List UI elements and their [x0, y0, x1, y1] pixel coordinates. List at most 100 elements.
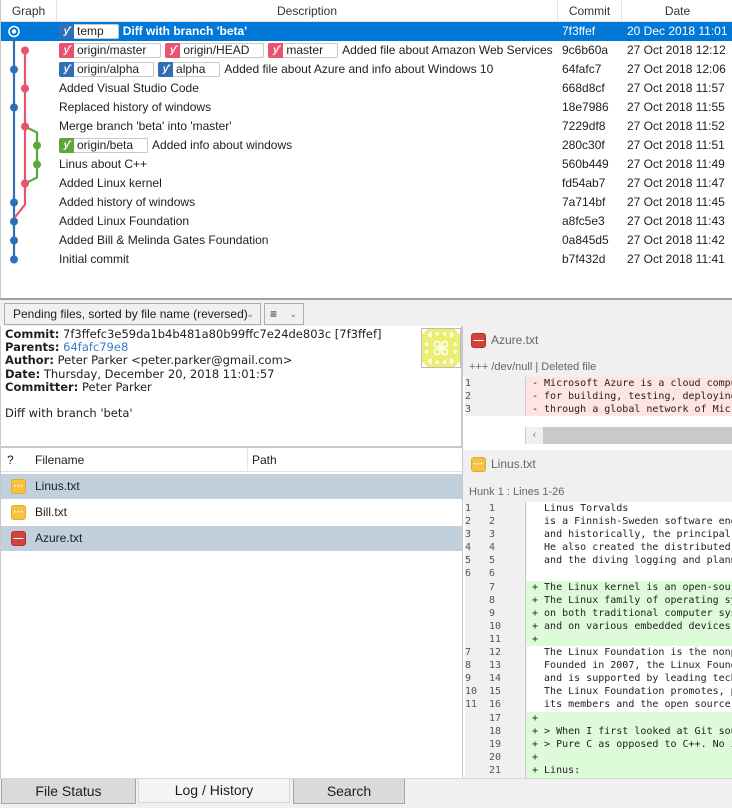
commit-row[interactable]: Merge branch 'beta' into 'master' 7229df8… [1, 117, 732, 136]
diff-line-text: - for building, testing, deploying [525, 390, 732, 404]
commit-row[interactable]: Added history of windows 7a714bf 27 Oct 20… [1, 193, 732, 212]
diff-line-text: is a Finnish-Sweden software engineer [525, 515, 732, 529]
commit-date: 20 Dec 2018 11:01 [627, 24, 728, 38]
branch-icon: ƴ [158, 61, 174, 77]
modified-file-icon: ··· [471, 457, 486, 472]
committer-line: Committer: Peter Parker [5, 379, 457, 394]
bottom-tabs: File Status Log / History Search [0, 778, 732, 808]
committer-label: Committer: [5, 379, 79, 394]
graph-node[interactable] [10, 103, 18, 112]
commit-date: 27 Oct 2018 11:52 [627, 119, 725, 133]
diff-line: 2 - for building, testing, deploying [463, 390, 732, 404]
file-row[interactable]: ··· Bill.txt [1, 500, 463, 525]
graph-node[interactable] [10, 255, 18, 264]
diff-code-linus: 11 Linus Torvalds 2 2 is a Finnish-Sweden … [463, 502, 732, 778]
commit-description: Added Bill & Melinda Gates Foundation [59, 231, 268, 250]
diff-header-azure[interactable]: — Azure.txt [463, 326, 732, 354]
modified-file-icon: ··· [11, 505, 26, 520]
tab-search[interactable]: Search [293, 779, 405, 804]
diff-line: 7 12 The Linux Foundation is the nonprofi… [463, 646, 732, 660]
old-line-number: 1 [465, 378, 472, 389]
column-header-path[interactable]: Path [247, 448, 277, 472]
commit-message: Initial commit [59, 252, 130, 266]
commit-details: Commit: 7f3ffefc3e59da1b4b481a80b99ffc7e… [0, 326, 462, 446]
scroll-left-icon[interactable]: ‹ [526, 427, 543, 444]
diff-header-linus[interactable]: ··· Linus.txt [463, 450, 732, 478]
file-sort-dropdown[interactable]: Pending files, sorted by file name (reve… [4, 303, 261, 325]
diff-line: 10 15 The Linux Foundation promotes, prot… [463, 685, 732, 699]
diff-line: 9 14 and is supported by leading technolo… [463, 672, 732, 686]
tab-file-status[interactable]: File Status [1, 779, 136, 804]
commit-sha: b7f432d [562, 252, 606, 266]
commit-row[interactable]: Linus about C++ 560b449 27 Oct 2018 11:49 [1, 155, 732, 174]
view-mode-dropdown[interactable]: ≡ ⌄ [264, 303, 304, 325]
old-line-number: 7 [465, 647, 472, 659]
commit-sha: 668d8cf [562, 81, 605, 95]
commit-row[interactable]: ƴ origin/master ƴ origin/HEAD ƴ master Added f… [1, 41, 732, 60]
commit-row[interactable]: Added Linux Foundation a8fc5e3 27 Oct 2018… [1, 212, 732, 231]
commit-description: Replaced history of windows [59, 98, 211, 117]
commit-row[interactable]: Replaced history of windows 18e7986 27 Oct… [1, 98, 732, 117]
horizontal-scrollbar[interactable]: ‹ [525, 427, 732, 444]
author-value: Peter Parker <peter.parker@gmail.com> [57, 353, 293, 368]
column-header-date[interactable]: Date [622, 0, 732, 22]
commit-row[interactable]: Added Bill & Melinda Gates Foundation 0a8… [1, 231, 732, 250]
chevron-down-icon: ⌄ [246, 309, 254, 319]
commit-description: Merge branch 'beta' into 'master' [59, 117, 232, 136]
old-line-number: 11 [465, 699, 478, 711]
parent-link[interactable]: 64fafc79e8 [63, 340, 128, 354]
branch-label[interactable]: ƴ origin/beta [59, 137, 149, 153]
file-row[interactable]: ··· Linus.txt [1, 474, 463, 499]
tab-log-history[interactable]: Log / History [138, 779, 290, 803]
graph-node[interactable] [10, 236, 18, 245]
column-header-graph[interactable]: Graph [1, 0, 57, 22]
graph-node[interactable] [33, 160, 41, 169]
graph-node[interactable] [10, 65, 18, 74]
graph-node[interactable] [33, 141, 41, 150]
branch-label[interactable]: ƴ temp [59, 23, 119, 39]
commit-row[interactable]: ƴ origin/alpha ƴ alpha Added file about Azur… [1, 60, 732, 79]
diff-line: 1 - Microsoft Azure is a cloud computing [463, 377, 732, 391]
diff-line-text: its members and the open source [525, 698, 732, 712]
commit-hash[interactable]: 7f3ffefc3e59da1b4b481a80b99ffc7e24de803c… [63, 327, 382, 341]
graph-node[interactable] [21, 179, 29, 188]
commit-date: 27 Oct 2018 11:47 [627, 176, 725, 190]
commit-row[interactable]: ƴ temp Diff with branch 'beta' 7f3ffef 20 De… [1, 22, 732, 41]
column-header-description[interactable]: Description [57, 0, 558, 22]
branch-label[interactable]: ƴ master [268, 42, 339, 58]
modified-file-icon: ··· [11, 479, 26, 494]
new-line-number: 12 [489, 647, 502, 659]
branch-label[interactable]: ƴ origin/master [59, 42, 162, 58]
commit-date: 27 Oct 2018 11:49 [627, 157, 725, 171]
diff-line-text: - through a global network of Microsoft [525, 403, 732, 417]
branch-label[interactable]: ƴ origin/alpha [59, 61, 155, 77]
graph-node[interactable] [21, 46, 29, 55]
diff-line-text [525, 567, 732, 581]
branch-name: origin/master [77, 43, 147, 57]
commit-row[interactable]: Added Linux kernel fd54ab7 27 Oct 2018 11:… [1, 174, 732, 193]
diff-line-text: The Linux Foundation promotes, protects [525, 685, 732, 699]
old-line-number: 3 [465, 404, 472, 416]
graph-node[interactable] [10, 217, 18, 226]
column-header-status[interactable]: ? [7, 448, 14, 472]
commit-message: Added Linux kernel [59, 176, 162, 190]
graph-node[interactable] [21, 122, 29, 131]
commit-date: 27 Oct 2018 11:45 [627, 195, 725, 209]
commit-row[interactable]: ƴ origin/beta Added info about windows 280c… [1, 136, 732, 155]
commit-row[interactable]: Initial commit b7f432d 27 Oct 2018 11:41 [1, 250, 732, 269]
column-header-filename[interactable]: Filename [35, 448, 84, 472]
diff-line: 2 2 is a Finnish-Sweden software engineer [463, 515, 732, 529]
diff-line-text: + Linus: [525, 763, 732, 777]
branch-label[interactable]: ƴ alpha [158, 61, 221, 77]
graph-node[interactable] [10, 198, 18, 207]
files-header: ? Filename Path [1, 448, 463, 472]
diff-line: 7 + The Linux kernel is an open-source [463, 580, 732, 594]
graph-node[interactable] [21, 84, 29, 93]
column-header-commit[interactable]: Commit [558, 0, 622, 22]
branch-label[interactable]: ƴ origin/HEAD [165, 42, 265, 58]
file-row[interactable]: — Azure.txt [1, 526, 463, 551]
log-header: Graph Description Commit Date [1, 0, 732, 22]
commit-row[interactable]: Added Visual Studio Code 668d8cf 27 Oct 20… [1, 79, 732, 98]
changed-files-list: ? Filename Path ··· Linus.txt ··· Bill.txt —… [0, 446, 463, 778]
list-view-icon: ≡ [270, 307, 278, 321]
